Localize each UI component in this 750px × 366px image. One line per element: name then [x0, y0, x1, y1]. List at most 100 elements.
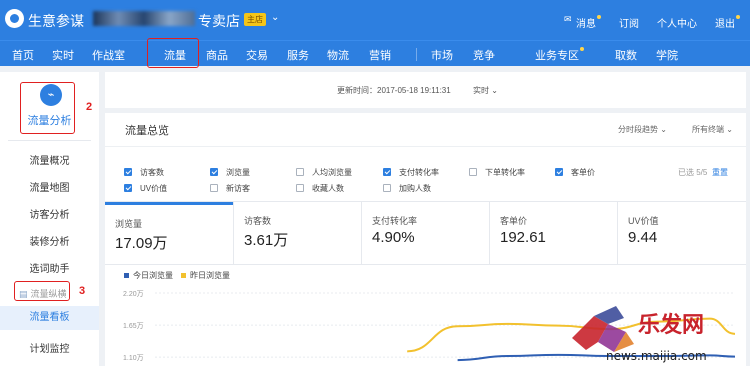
metric-value: 9.44	[628, 229, 658, 246]
nav-academy[interactable]: 学院	[656, 47, 678, 63]
annotation-marker-2: 2	[86, 101, 93, 113]
y-tick-label: 1.10万	[123, 354, 144, 362]
nav-products[interactable]: 商品	[206, 47, 228, 63]
checkbox-label: 加购人数	[399, 184, 431, 193]
checkbox-new-visitors[interactable]: 新访客	[210, 183, 250, 194]
top-bar: 生意参谋 专卖店 主店 ⌄ 消息 订阅 个人中心 退出	[0, 0, 750, 40]
metric-value: 3.61万	[244, 232, 289, 249]
checkbox-favorites[interactable]: 收藏人数	[296, 183, 344, 194]
chevron-down-icon: ⌄	[489, 86, 498, 95]
checkbox-pageviews[interactable]: 浏览量	[210, 167, 250, 178]
checkbox-label: 浏览量	[226, 168, 250, 177]
chevron-down-icon: ⌄	[658, 125, 667, 134]
personal-center-link[interactable]: 个人中心	[657, 15, 697, 30]
terminal-label: 所有终端	[692, 125, 724, 134]
exit-label: 退出	[715, 19, 735, 30]
selected-count: 已选 5/5	[678, 168, 708, 177]
checkbox-label: UV价值	[140, 184, 168, 193]
y-tick-label: 2.20万	[123, 290, 144, 298]
messages-link[interactable]: 消息	[564, 14, 601, 30]
message-dot-icon	[597, 15, 601, 19]
watermark-logo-text: 乐发网	[638, 312, 704, 338]
checkbox-pay-conversion[interactable]: 支付转化率	[383, 167, 439, 178]
checkbox-pv-per-visitor[interactable]: 人均浏览量	[296, 167, 352, 178]
sidebar-item-plan-monitor[interactable]: 计划监控	[0, 340, 99, 355]
shop-name-suffix[interactable]: 专卖店	[198, 11, 240, 31]
shop-badge: 主店	[244, 13, 266, 26]
nav-divider	[416, 48, 417, 61]
nav-marketing[interactable]: 营销	[369, 47, 391, 63]
messages-label: 消息	[576, 19, 596, 30]
reset-button[interactable]: 重置	[712, 167, 728, 178]
checkbox-visitors[interactable]: 访客数	[124, 167, 164, 178]
checkbox-box	[383, 184, 391, 192]
checkbox-box	[383, 168, 391, 176]
annotation-box-3	[14, 281, 70, 301]
update-strip: 更新时间：2017-05-18 19:11:31 实时 ⌄	[105, 72, 746, 108]
metric-card-uv-value[interactable]: UV价值 9.44	[617, 202, 746, 265]
y-tick-label: 1.65万	[123, 322, 144, 330]
business-zone-dot-icon	[580, 47, 584, 51]
checkbox-box	[296, 184, 304, 192]
metric-card-pageviews[interactable]: 浏览量 17.09万	[105, 202, 233, 265]
checkbox-label: 访客数	[140, 168, 164, 177]
sidebar-item-traffic-board[interactable]: 流量看板	[0, 306, 99, 330]
metric-label: 浏览量	[115, 219, 143, 229]
nav-transactions[interactable]: 交易	[246, 47, 268, 63]
checkbox-label: 新访客	[226, 184, 250, 193]
metric-value: 4.90%	[372, 229, 415, 246]
checkbox-box	[124, 184, 132, 192]
update-time: 更新时间：2017-05-18 19:11:31	[337, 86, 451, 95]
sidebar-divider	[8, 140, 91, 141]
terminal-dropdown[interactable]: 所有终端 ⌄	[692, 124, 733, 135]
checkbox-uv-value[interactable]: UV价值	[124, 183, 167, 194]
checkbox-add-to-cart[interactable]: 加购人数	[383, 183, 431, 194]
nav-market[interactable]: 市场	[431, 47, 453, 63]
metric-card-visitors[interactable]: 访客数 3.61万	[233, 202, 361, 265]
nav-business-zone[interactable]: 业务专区	[535, 47, 584, 63]
sidebar-item-decoration-analysis[interactable]: 装修分析	[0, 233, 99, 248]
nav-service[interactable]: 服务	[287, 47, 309, 63]
metric-cards: 浏览量 17.09万 访客数 3.61万 支付转化率 4.90% 客单价 192.61 …	[105, 201, 746, 265]
shop-chevron-down-icon[interactable]: ⌄	[271, 12, 279, 23]
checkbox-avg-order-value[interactable]: 客单价	[555, 167, 595, 178]
nav-data-fetch[interactable]: 取数	[615, 47, 637, 63]
sidebar-item-traffic-map[interactable]: 流量地图	[0, 179, 99, 194]
trend-label: 分时段趋势	[618, 125, 658, 134]
annotation-box-2	[20, 82, 75, 134]
sidebar-item-visitor-analysis[interactable]: 访客分析	[0, 206, 99, 221]
exit-dot-icon	[736, 15, 740, 19]
nav-logistics[interactable]: 物流	[327, 47, 349, 63]
checkbox-label: 下单转化率	[485, 168, 525, 177]
checkbox-label: 收藏人数	[312, 184, 344, 193]
app-logo-icon	[5, 9, 24, 28]
watermark-shape-red	[572, 316, 608, 350]
panel-title: 流量总览	[125, 125, 169, 137]
sidebar-item-keyword-helper[interactable]: 选词助手	[0, 260, 99, 275]
nav-war-room[interactable]: 作战室	[92, 47, 125, 63]
trend-dropdown[interactable]: 分时段趋势 ⌄	[618, 124, 667, 135]
nav-business-zone-label: 业务专区	[535, 50, 579, 62]
checkbox-box	[210, 168, 218, 176]
sidebar-item-traffic-overview[interactable]: 流量概况	[0, 152, 99, 167]
exit-link[interactable]: 退出	[715, 15, 740, 30]
nav-realtime[interactable]: 实时	[52, 47, 74, 63]
watermark-domain-text: news.maijia.com	[606, 349, 707, 363]
subscribe-link[interactable]: 订阅	[619, 15, 639, 30]
checkbox-label: 人均浏览量	[312, 168, 352, 177]
checkbox-label: 支付转化率	[399, 168, 439, 177]
mode-label: 实时	[473, 86, 489, 95]
main-nav: 首页 实时 作战室 流量 商品 交易 服务 物流 营销 市场 竞争 业务专区 取…	[0, 40, 750, 66]
annotation-marker-3: 3	[79, 285, 86, 297]
shop-name-redacted	[93, 11, 195, 26]
mode-dropdown[interactable]: 实时 ⌄	[473, 85, 498, 96]
checkbox-box	[555, 168, 563, 176]
metric-value: 17.09万	[115, 235, 168, 252]
nav-home[interactable]: 首页	[12, 47, 34, 63]
checkbox-order-conversion[interactable]: 下单转化率	[469, 167, 525, 178]
metric-card-pay-conversion[interactable]: 支付转化率 4.90%	[361, 202, 489, 265]
metric-label: 客单价	[500, 216, 528, 226]
nav-competition[interactable]: 竞争	[473, 47, 495, 63]
metric-card-avg-order-value[interactable]: 客单价 192.61	[489, 202, 617, 265]
metric-value: 192.61	[500, 229, 546, 246]
